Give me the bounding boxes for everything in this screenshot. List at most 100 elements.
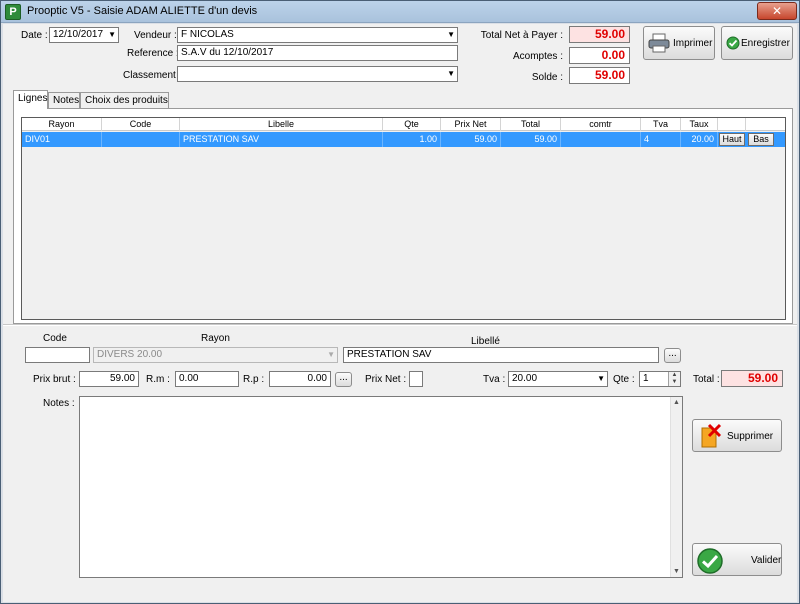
libelle-input[interactable]: PRESTATION SAV <box>343 347 659 363</box>
validate-label: Valider <box>751 555 782 566</box>
acomptes-value: 0.00 <box>569 47 630 64</box>
acomptes-label: Acomptes : <box>512 51 563 62</box>
cell-qte: 1.00 <box>383 132 441 147</box>
tab-choix-produits[interactable]: Choix des produits <box>80 92 169 109</box>
print-label: Imprimer <box>673 38 713 49</box>
col-rayon[interactable]: Rayon <box>22 118 102 131</box>
lines-grid: Rayon Code Libelle Qte Prix Net Total co… <box>21 117 786 320</box>
reference-value: S.A.V du 12/10/2017 <box>181 47 274 58</box>
cell-total: 59.00 <box>501 132 561 147</box>
delete-label: Supprimer <box>727 431 774 442</box>
cell-prix-net: 59.00 <box>441 132 501 147</box>
rp-input[interactable]: 0.00 <box>269 371 331 387</box>
prix-brut-value: 59.00 <box>109 373 135 384</box>
rayon-select[interactable]: DIVERS 20.00 ▼ <box>93 347 338 363</box>
tva-label: Tva : <box>483 374 506 385</box>
date-label: Date : <box>21 30 48 41</box>
rp-browse-button[interactable]: ... <box>335 372 352 387</box>
detail-total-label: Total : <box>693 374 720 385</box>
move-down-button[interactable]: Bas <box>748 133 774 146</box>
col-haut <box>718 118 746 131</box>
client-area: Date : 12/10/2017 ▼ Vendeur : F NICOLAS … <box>3 24 797 602</box>
cell-libelle: PRESTATION SAV <box>180 132 383 147</box>
tva-select[interactable]: 20.00 ▼ <box>508 371 608 387</box>
chevron-down-icon: ▼ <box>447 69 455 78</box>
panel-divider <box>3 324 797 326</box>
col-bas <box>746 118 785 131</box>
validate-button[interactable]: Valider <box>692 543 782 576</box>
code-label: Code <box>43 333 67 344</box>
print-button[interactable]: Imprimer <box>643 26 715 60</box>
col-qte[interactable]: Qte <box>383 118 441 131</box>
check-circle-icon <box>697 548 723 574</box>
date-picker[interactable]: 12/10/2017 ▼ <box>49 27 119 43</box>
printer-icon <box>648 33 670 53</box>
col-total[interactable]: Total <box>501 118 561 131</box>
cell-comtr <box>561 132 641 147</box>
col-tva[interactable]: Tva <box>641 118 681 131</box>
vendeur-select[interactable]: F NICOLAS ▼ <box>177 27 458 43</box>
prix-net-checkbox[interactable] <box>409 371 423 387</box>
save-label: Enregistrer <box>741 38 790 49</box>
qte-value: 1 <box>643 373 649 384</box>
code-input[interactable] <box>25 347 90 363</box>
solde-label: Solde : <box>531 72 563 83</box>
table-row[interactable]: DIV01 PRESTATION SAV 1.00 59.00 59.00 4 … <box>22 132 785 147</box>
close-button[interactable]: ✕ <box>757 2 797 20</box>
col-comtr[interactable]: comtr <box>561 118 641 131</box>
cell-taux: 20.00 <box>681 132 718 147</box>
qte-spin[interactable]: ▲ ▼ <box>668 372 680 386</box>
chevron-down-icon: ▼ <box>597 374 605 383</box>
spin-up-icon[interactable]: ▲ <box>669 372 680 379</box>
check-circle-icon <box>726 36 740 50</box>
rp-label: R.p : <box>243 374 265 385</box>
vendeur-label: Vendeur : <box>134 30 177 41</box>
title-bar: P Prooptic V5 - Saisie ADAM ALIETTE d'un… <box>1 1 799 23</box>
col-code[interactable]: Code <box>102 118 180 131</box>
chevron-down-icon: ▼ <box>447 30 455 39</box>
grid-header: Rayon Code Libelle Qte Prix Net Total co… <box>22 118 785 131</box>
scroll-down-icon[interactable]: ▼ <box>673 568 680 575</box>
rm-value: 0.00 <box>179 373 199 384</box>
detail-total-value: 59.00 <box>721 370 783 387</box>
vendeur-value: F NICOLAS <box>181 29 234 40</box>
libelle-browse-button[interactable]: ... <box>664 348 681 363</box>
total-net-value: 59.00 <box>569 26 630 43</box>
notes-textarea[interactable]: ▲ ▼ <box>79 396 683 578</box>
save-button[interactable]: Enregistrer <box>721 26 793 60</box>
delete-icon <box>701 423 722 448</box>
prix-net-label: Prix Net : <box>365 374 407 385</box>
col-taux[interactable]: Taux <box>681 118 718 131</box>
rm-input[interactable]: 0.00 <box>175 371 239 387</box>
rayon-label: Rayon <box>201 333 230 344</box>
reference-input[interactable]: S.A.V du 12/10/2017 <box>177 45 458 61</box>
qte-stepper[interactable]: 1 ▲ ▼ <box>639 371 681 387</box>
main-window: P Prooptic V5 - Saisie ADAM ALIETTE d'un… <box>0 0 800 604</box>
scroll-up-icon[interactable]: ▲ <box>673 399 680 406</box>
total-net-label: Total Net à Payer : <box>480 30 563 41</box>
tab-lignes[interactable]: Lignes <box>13 90 48 109</box>
col-prix-net[interactable]: Prix Net <box>441 118 501 131</box>
classement-select[interactable]: ▼ <box>177 66 458 82</box>
date-value: 12/10/2017 <box>53 29 104 40</box>
classement-label: Classement : <box>123 70 182 81</box>
app-logo-icon: P <box>5 4 21 20</box>
notes-scrollbar[interactable]: ▲ ▼ <box>670 397 682 577</box>
libelle-value: PRESTATION SAV <box>347 349 432 360</box>
move-up-button[interactable]: Haut <box>719 133 745 146</box>
window-title: Prooptic V5 - Saisie ADAM ALIETTE d'un d… <box>27 5 258 17</box>
tab-notes[interactable]: Notes <box>48 92 80 109</box>
cell-rayon: DIV01 <box>22 132 102 147</box>
qte-label: Qte : <box>613 374 635 385</box>
spin-down-icon[interactable]: ▼ <box>669 379 680 386</box>
prix-brut-label: Prix brut : <box>33 374 76 385</box>
reference-label: Reference : <box>127 48 179 59</box>
rp-value: 0.00 <box>307 373 327 384</box>
chevron-down-icon: ▼ <box>108 30 116 39</box>
libelle-label: Libellé <box>471 336 500 347</box>
rm-label: R.m : <box>146 374 170 385</box>
col-libelle[interactable]: Libelle <box>180 118 383 131</box>
delete-button[interactable]: Supprimer <box>692 419 782 452</box>
prix-brut-input[interactable]: 59.00 <box>79 371 139 387</box>
chevron-down-icon: ▼ <box>327 350 335 359</box>
